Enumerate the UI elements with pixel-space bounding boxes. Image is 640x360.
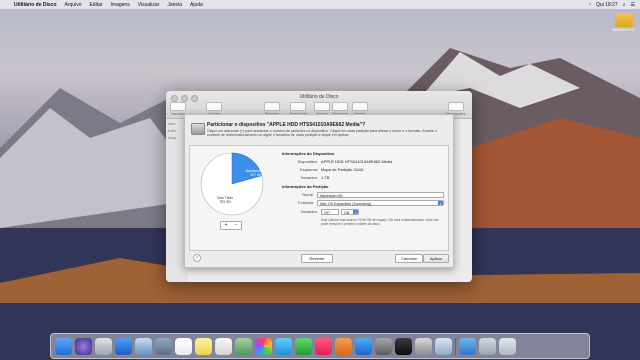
reminders-icon[interactable] [215, 337, 232, 355]
info-icon [447, 102, 464, 111]
hard-drive-icon [614, 13, 633, 27]
menu-file[interactable]: Arquivo [65, 2, 82, 8]
disk-utility-icon[interactable] [415, 337, 432, 355]
device-key: Dispositivo: [297, 159, 318, 164]
hard-drive-icon [191, 123, 205, 135]
partition-sheet: Particionar o dispositivo "APPLE HDD HTS… [184, 114, 454, 268]
menu-view[interactable]: Visualizar [138, 2, 160, 8]
device-value: APPLE HDD HTS541010A9E662 Media [321, 159, 393, 164]
add-remove-control: + − [220, 221, 242, 230]
add-partition-button[interactable]: + [221, 222, 231, 229]
scheme-value: Mapa de Partição GUID [321, 166, 364, 172]
menu-app[interactable]: Utilitário de Disco [14, 2, 57, 8]
photos-icon[interactable] [255, 337, 272, 355]
maps-icon[interactable] [235, 337, 252, 355]
restore-icon [332, 102, 348, 111]
resize-note: Este volume está usando 79,99 GB de espa… [321, 217, 439, 226]
size-key: Tamanho: [300, 174, 318, 180]
documents-stack-icon[interactable] [479, 337, 496, 355]
mail-icon[interactable] [135, 337, 152, 355]
notifications-icon[interactable]: ☰ [631, 2, 635, 8]
name-input[interactable]: Macintosh HD [317, 191, 444, 198]
volume-icon [206, 102, 222, 111]
itunes-icon[interactable] [315, 337, 332, 355]
clock[interactable]: Qui 18:27 [596, 2, 618, 8]
scheme-key: Esquema: [299, 166, 318, 172]
pie-label-free: Sem Título 793 GB [217, 196, 233, 204]
desktop-icon-label: Macintosh HD [612, 28, 635, 32]
launchpad-icon[interactable] [95, 337, 112, 355]
partition-icon [290, 102, 307, 111]
app-store-icon[interactable] [355, 337, 372, 355]
menu-bar: Utilitário de Disco Arquivo Editar Image… [0, 0, 640, 9]
search-icon[interactable]: ⌕ [623, 2, 626, 8]
calendar-icon[interactable] [175, 337, 192, 355]
wifi-icon[interactable]: ◔ [588, 2, 591, 8]
macintosh-hd-desktop-icon[interactable]: Macintosh HD [611, 13, 636, 38]
pie-label-selected: Macintosh HD 207 GB [245, 169, 267, 177]
menu-images[interactable]: Imagens [111, 2, 130, 8]
format-key: Formato: [298, 200, 315, 206]
sheet-header: Particionar o dispositivo "APPLE HDD HTS… [189, 119, 449, 141]
sheet-description: Clique em adicionar (+) para aumentar o … [207, 129, 437, 138]
help-button[interactable]: ? [193, 254, 201, 262]
contacts-icon[interactable] [155, 337, 172, 355]
revert-button[interactable]: Reverter [301, 254, 333, 263]
disk-utility-window: Utilitário de Disco Visualizar Volume Re… [166, 91, 472, 282]
chevron-down-icon: ▾ [438, 201, 443, 207]
size-value: 1 TB [321, 174, 330, 180]
facetime-icon[interactable] [295, 337, 312, 355]
sheet-footer: ? Reverter Cancelar Aplicar [189, 251, 449, 263]
siri-icon[interactable] [75, 337, 92, 355]
partition-pie-chart[interactable] [200, 152, 264, 216]
partition-size-key: Tamanho: [300, 209, 318, 215]
device-info-heading: Informações do Dispositivo [282, 151, 335, 156]
stethoscope-icon [264, 102, 280, 111]
cancel-button[interactable]: Cancelar [395, 254, 423, 263]
system-preferences-icon[interactable] [375, 337, 392, 355]
unit-value: GB [344, 211, 350, 216]
trash-icon[interactable] [499, 337, 516, 355]
safari-icon[interactable] [115, 337, 132, 355]
partition-size-input[interactable]: 207 [321, 209, 339, 216]
preview-icon[interactable] [435, 337, 452, 355]
apply-button[interactable]: Aplicar [423, 254, 449, 263]
menu-help[interactable]: Ajuda [190, 2, 203, 8]
menu-window[interactable]: Janela [167, 2, 182, 8]
sidebar-icon [170, 102, 186, 111]
downloads-stack-icon[interactable] [459, 337, 476, 355]
eject-icon [352, 102, 368, 111]
info-panel: Informações do Dispositivo Dispositivo: A… [282, 149, 444, 226]
remove-partition-button[interactable]: − [231, 222, 241, 229]
notes-icon[interactable] [195, 337, 212, 355]
ibooks-icon[interactable] [335, 337, 352, 355]
messages-icon[interactable] [275, 337, 292, 355]
partition-pane: Macintosh HD 207 GB Sem Título 793 GB + … [189, 145, 449, 251]
chevron-down-icon: ▾ [353, 210, 358, 216]
dock-divider [455, 337, 456, 355]
erase-icon [314, 102, 330, 111]
unit-select[interactable]: GB ▾ [341, 209, 359, 216]
terminal-icon[interactable] [395, 337, 412, 355]
finder-icon[interactable] [55, 337, 72, 355]
format-select[interactable]: Mac OS Expandido (Journaling) ▾ [317, 200, 444, 207]
partition-info-heading: Informações da Partição [282, 183, 329, 189]
window-title: Utilitário de Disco [299, 94, 339, 100]
format-value: Mac OS Expandido (Journaling) [320, 202, 371, 207]
dock [50, 333, 590, 359]
menu-edit[interactable]: Editar [89, 2, 102, 8]
sheet-title: Particionar o dispositivo "APPLE HDD HTS… [207, 122, 366, 128]
name-key: Nome: [302, 191, 315, 197]
